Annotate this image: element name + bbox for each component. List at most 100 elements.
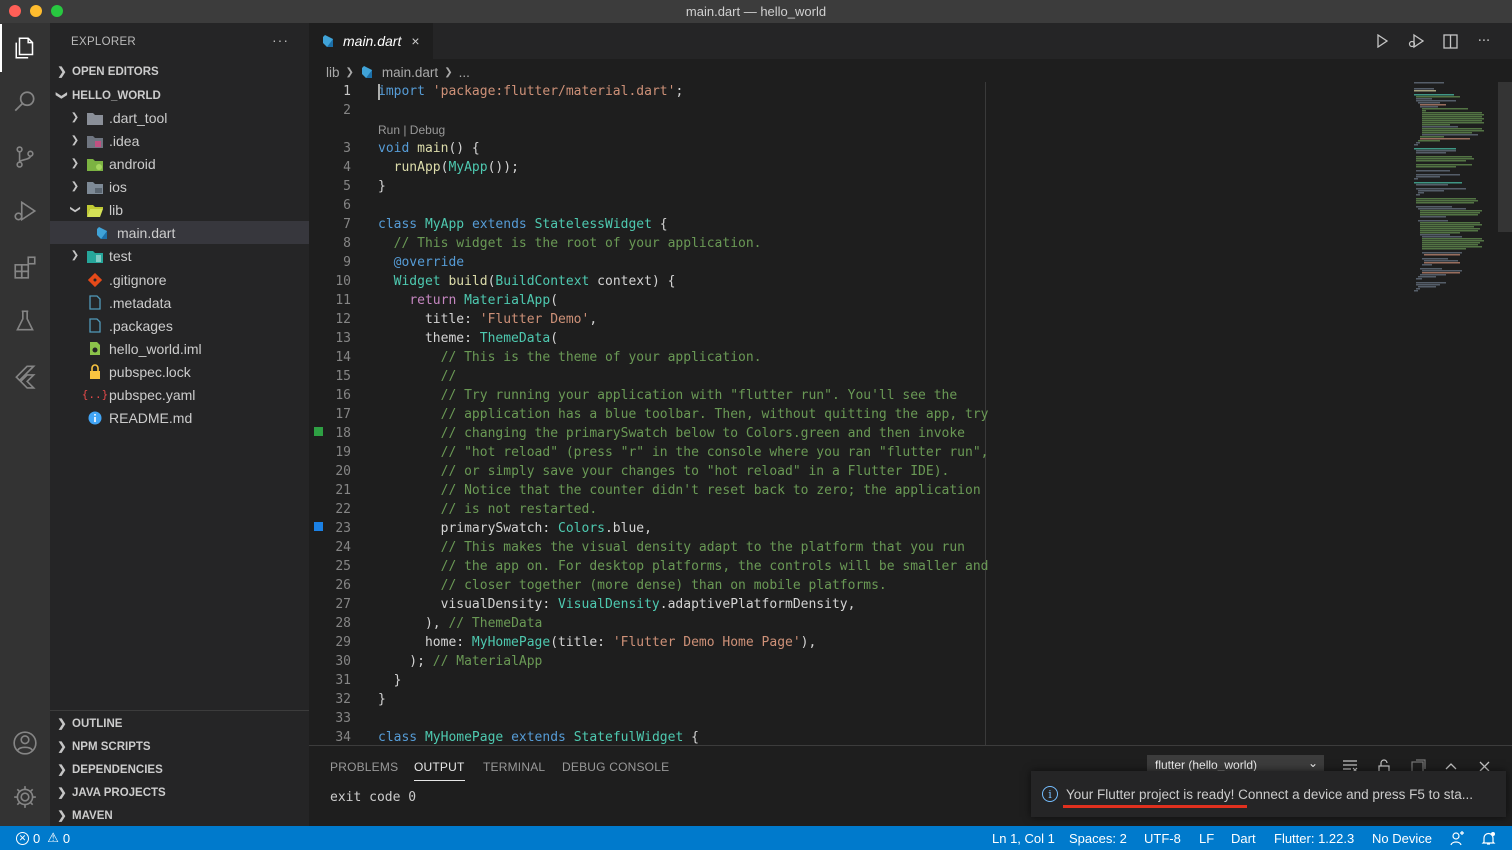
code-line[interactable]: 9 @override <box>309 253 1409 272</box>
breadcrumb-symbol[interactable]: ... <box>459 65 470 80</box>
feedback-icon[interactable] <box>1450 826 1465 850</box>
tab-output[interactable]: OUTPUT <box>414 760 465 781</box>
editor-scrollbar[interactable] <box>1498 82 1512 232</box>
minimap[interactable] <box>1414 82 1502 362</box>
tree-file-pubspec-yaml[interactable]: {..} pubspec.yaml <box>50 383 309 406</box>
code-line[interactable]: 29 home: MyHomePage(title: 'Flutter Demo… <box>309 633 1409 652</box>
code-line[interactable]: 2 <box>309 101 1409 120</box>
more-actions-icon[interactable]: ··· <box>272 32 289 48</box>
problems-status[interactable]: ✕ 0 ⚠ 0 <box>16 826 70 850</box>
line-number: 2 <box>343 103 351 118</box>
code-line[interactable]: 25 // the app on. For desktop platforms,… <box>309 557 1409 576</box>
testing-icon[interactable] <box>0 297 50 345</box>
section-outline[interactable]: ❯ OUTLINE <box>50 712 309 735</box>
code-line[interactable]: 24 // This makes the visual density adap… <box>309 538 1409 557</box>
tree-folder-idea[interactable]: ❯ .idea <box>50 129 309 152</box>
file-icon <box>87 295 103 311</box>
code-line[interactable]: 23 primarySwatch: Colors.blue, <box>309 519 1409 538</box>
window-title: main.dart — hello_world <box>685 4 827 19</box>
tree-file-iml[interactable]: hello_world.iml <box>50 337 309 360</box>
tree-file-metadata[interactable]: .metadata <box>50 291 309 314</box>
error-icon: ✕ <box>16 831 29 845</box>
code-line[interactable]: 21 // Notice that the counter didn't res… <box>309 481 1409 500</box>
tab-main-dart[interactable]: main.dart × <box>309 23 433 59</box>
run-icon[interactable] <box>1372 31 1392 51</box>
code-line[interactable]: 22 // is not restarted. <box>309 500 1409 519</box>
code-line[interactable]: 12 title: 'Flutter Demo', <box>309 310 1409 329</box>
code-line[interactable]: 13 theme: ThemeData( <box>309 329 1409 348</box>
code-line[interactable]: 7 class MyApp extends StatelessWidget { <box>309 215 1409 234</box>
extensions-icon[interactable] <box>0 243 50 291</box>
code-line[interactable]: 5} <box>309 177 1409 196</box>
code-line[interactable]: 30 ); // MaterialApp <box>309 652 1409 671</box>
device-selector[interactable]: No Device <box>1372 826 1432 850</box>
section-dependencies[interactable]: ❯ DEPENDENCIES <box>50 758 309 781</box>
split-editor-icon[interactable] <box>1440 31 1460 51</box>
tab-debug-console[interactable]: DEBUG CONSOLE <box>562 760 669 774</box>
code-line[interactable]: 16 // Try running your application with … <box>309 386 1409 405</box>
end-of-line[interactable]: LF <box>1199 826 1214 850</box>
notification-toast[interactable]: i Your Flutter project is ready! Connect… <box>1031 771 1506 817</box>
code-line[interactable]: 6 <box>309 196 1409 215</box>
explorer-icon[interactable] <box>0 24 50 72</box>
breadcrumb-file[interactable]: main.dart <box>382 65 438 80</box>
indentation[interactable]: Spaces: 2 <box>1069 826 1127 850</box>
code-line[interactable]: 17 // application has a blue toolbar. Th… <box>309 405 1409 424</box>
tree-file-pubspec-lock[interactable]: pubspec.lock <box>50 360 309 383</box>
cursor-position[interactable]: Ln 1, Col 1 <box>992 826 1055 850</box>
tab-problems[interactable]: PROBLEMS <box>330 760 398 774</box>
code-line[interactable]: 15 // <box>309 367 1409 386</box>
tree-folder-dart-tool[interactable]: ❯ .dart_tool <box>50 106 309 129</box>
code-line[interactable]: 11 return MaterialApp( <box>309 291 1409 310</box>
code-line[interactable]: 1 import 'package:flutter/material.dart'; <box>309 82 1409 101</box>
tree-file-readme[interactable]: README.md <box>50 406 309 429</box>
code-line[interactable]: 27 visualDensity: VisualDensity.adaptive… <box>309 595 1409 614</box>
code-line[interactable]: 20 // or simply save your changes to "ho… <box>309 462 1409 481</box>
tree-file-packages[interactable]: .packages <box>50 314 309 337</box>
tree-folder-lib[interactable]: ❯ lib <box>50 198 309 221</box>
section-java-projects[interactable]: ❯ JAVA PROJECTS <box>50 781 309 804</box>
flutter-icon[interactable] <box>0 352 50 400</box>
run-debug-icon[interactable] <box>0 187 50 235</box>
code-line[interactable]: 19 // "hot reload" (press "r" in the con… <box>309 443 1409 462</box>
tab-terminal[interactable]: TERMINAL <box>483 760 545 774</box>
breadcrumb-folder[interactable]: lib <box>326 65 340 80</box>
code-line[interactable]: 8 // This widget is the root of your app… <box>309 234 1409 253</box>
close-tab-icon[interactable]: × <box>411 33 419 49</box>
code-line[interactable]: 26 // closer together (more dense) than … <box>309 576 1409 595</box>
tree-folder-ios[interactable]: ❯ ios <box>50 175 309 198</box>
tree-file-gitignore[interactable]: .gitignore <box>50 268 309 291</box>
code-line[interactable]: 3 void main() { <box>309 139 1409 158</box>
accounts-icon[interactable] <box>0 719 50 767</box>
code-text: @override <box>393 255 465 270</box>
code-line[interactable]: 10 Widget build(BuildContext context) { <box>309 272 1409 291</box>
encoding[interactable]: UTF-8 <box>1144 826 1181 850</box>
notifications-bell-icon[interactable] <box>1481 826 1496 850</box>
error-count: 0 <box>33 830 41 846</box>
code-line[interactable]: 4 runApp(MyApp()); <box>309 158 1409 177</box>
section-npm-scripts[interactable]: ❯ NPM SCRIPTS <box>50 735 309 758</box>
tree-item-label: .packages <box>109 317 173 334</box>
source-control-icon[interactable] <box>0 133 50 181</box>
tree-folder-android[interactable]: ❯ android <box>50 152 309 175</box>
more-actions-icon[interactable]: ··· <box>1474 31 1494 51</box>
code-line[interactable]: 14 // This is the theme of your applicat… <box>309 348 1409 367</box>
code-line[interactable]: 33 <box>309 709 1409 728</box>
search-icon[interactable] <box>0 78 50 126</box>
code-line[interactable]: 31 } <box>309 671 1409 690</box>
language-mode[interactable]: Dart <box>1231 826 1256 850</box>
code-line[interactable]: 32} <box>309 690 1409 709</box>
section-maven[interactable]: ❯ MAVEN <box>50 804 309 827</box>
manage-gear-icon[interactable] <box>0 773 50 821</box>
tree-file-main-dart[interactable]: main.dart <box>50 221 309 244</box>
tree-folder-test[interactable]: ❯ test <box>50 244 309 267</box>
codelens-run-debug[interactable]: Run | Debug <box>378 123 445 137</box>
line-number: 3 <box>343 141 351 156</box>
section-open-editors[interactable]: ❯ OPEN EDITORS <box>50 60 309 83</box>
debug-run-icon[interactable] <box>1406 31 1426 51</box>
section-workspace[interactable]: ❯ HELLO_WORLD <box>50 84 309 107</box>
code-line[interactable]: 18 // changing the primarySwatch below t… <box>309 424 1409 443</box>
flutter-version[interactable]: Flutter: 1.22.3 <box>1274 826 1354 850</box>
code-text: // Notice that the counter didn't reset … <box>440 483 981 498</box>
code-line[interactable]: 28 ), // ThemeData <box>309 614 1409 633</box>
